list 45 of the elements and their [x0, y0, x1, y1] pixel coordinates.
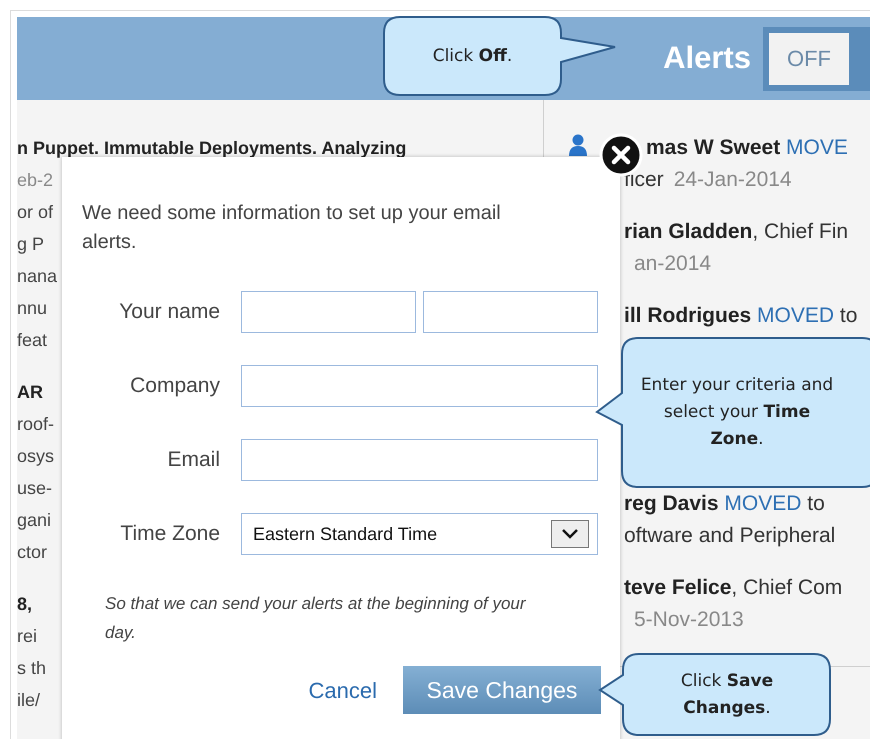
article-date: eb-2	[17, 169, 54, 192]
article-text: roof-	[17, 413, 54, 436]
article-text: gani	[17, 509, 52, 532]
article-text: ctor	[17, 541, 48, 564]
text-field[interactable]	[241, 439, 598, 481]
text-field[interactable]	[241, 365, 598, 407]
article-text: g P	[17, 233, 44, 256]
dialog-note: So that we can send your alerts at the beginning of your day.	[105, 593, 527, 644]
article-title: AR	[17, 381, 43, 404]
article-text: s th	[17, 657, 46, 680]
article-text: rei	[17, 625, 38, 648]
person-icon	[569, 134, 587, 156]
feed-line: ill Rodrigues MOVED to	[624, 303, 858, 329]
article-title: n Puppet. Immutable Deployments. Analyzing	[17, 137, 406, 160]
feed-line: reg Davis MOVED to	[624, 491, 825, 517]
field-label: Your name	[119, 299, 220, 326]
first-name-field[interactable]	[241, 291, 416, 333]
article-text: or of	[17, 201, 54, 224]
feed-line: rian Gladden, Chief Fin	[624, 219, 848, 245]
off-button[interactable]: OFF	[769, 32, 849, 84]
article-text: nana	[17, 265, 58, 288]
feed-line: oftware and Peripheral	[624, 523, 836, 549]
article-text: feat	[17, 329, 48, 352]
feed-line: mas W Sweet MOVE	[646, 135, 848, 161]
dialog-intro: We need some information to set up your email alerts.	[82, 201, 502, 255]
field-label: Company	[130, 373, 220, 400]
feed-line: 5-Nov-2013	[633, 607, 744, 633]
cancel-link[interactable]: Cancel	[308, 674, 377, 706]
callout-text: Click Save Changes.	[680, 670, 774, 720]
feed-line: an-2014	[633, 251, 712, 277]
last-name-field[interactable]	[423, 291, 598, 333]
save-changes-button[interactable]: Save Changes	[403, 666, 601, 714]
article-title: 8,	[17, 593, 32, 616]
article-text: osys	[17, 445, 54, 468]
header-title: Alerts	[663, 39, 751, 78]
time-zone-select[interactable]: Eastern Standard Time	[241, 513, 598, 555]
callout-text: Enter your criteria and select your Time Zone.	[640, 374, 834, 451]
article-text: nnu	[17, 297, 48, 320]
field-label: Time Zone	[120, 521, 220, 548]
field-label: Email	[167, 447, 220, 474]
article-text: use-	[17, 477, 52, 500]
chevron-down-icon	[551, 520, 589, 548]
feed-line: teve Felice, Chief Com	[624, 575, 842, 601]
article-text: ile/	[17, 689, 40, 712]
callout-text: Click Off.	[432, 44, 512, 68]
